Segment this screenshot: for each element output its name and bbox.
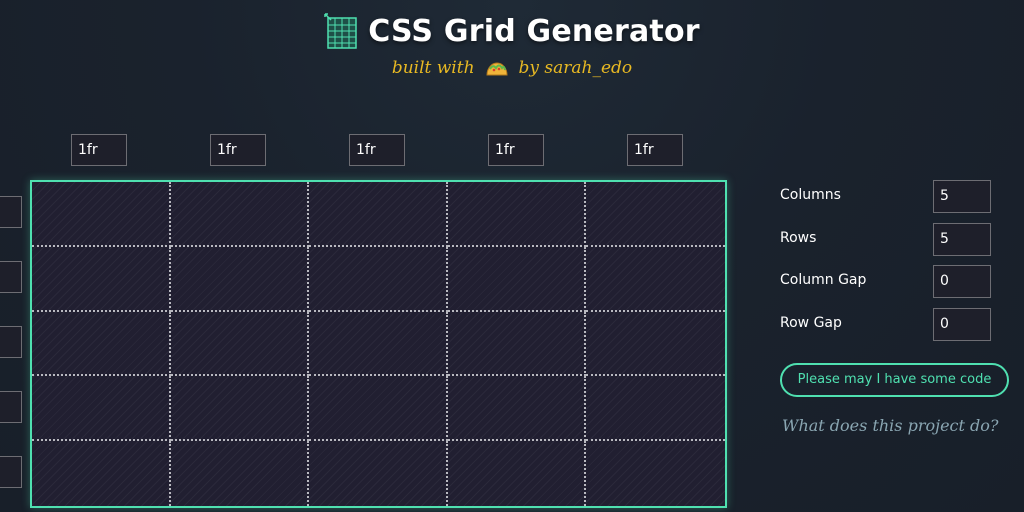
column-size-input-1[interactable]: 1fr <box>71 134 127 166</box>
grid-cell[interactable] <box>447 311 587 377</box>
grid-cell[interactable] <box>32 246 171 312</box>
grid-cell[interactable] <box>586 182 725 247</box>
grid-cell[interactable] <box>309 441 448 506</box>
grid-cell[interactable] <box>586 247 725 312</box>
grid-cell[interactable] <box>32 376 171 442</box>
grid-cell[interactable] <box>170 246 310 312</box>
grid-cell[interactable] <box>170 182 310 247</box>
grid-cell[interactable] <box>170 311 310 377</box>
get-code-button[interactable]: Please may I have some code <box>780 363 1009 397</box>
about-project-link[interactable]: What does this project do? <box>782 416 998 435</box>
grid-cell[interactable] <box>448 441 587 506</box>
credit-line: built with by sarah_edo <box>0 58 1024 78</box>
row-gap-label: Row Gap <box>780 314 842 331</box>
rows-label: Rows <box>780 229 817 246</box>
page-title: CSS Grid Generator <box>368 13 700 49</box>
grid-cell[interactable] <box>32 311 171 377</box>
grid-cell[interactable] <box>171 441 310 506</box>
grid-cell[interactable] <box>586 441 725 506</box>
credit-prefix: built with <box>391 58 475 78</box>
column-size-input-2[interactable]: 1fr <box>210 134 266 166</box>
rows-input[interactable]: 5 <box>933 222 991 256</box>
column-size-input-3[interactable]: 1fr <box>349 134 405 166</box>
grid-settings-panel: Columns 5 Rows 5 Column Gap 0 Row Gap 0 <box>780 180 1010 350</box>
grid-cell[interactable] <box>586 312 725 377</box>
grid-cell[interactable] <box>447 182 587 247</box>
row-size-input-1[interactable] <box>0 196 22 228</box>
page-header: CSS Grid Generator built with by sarah_e… <box>0 8 1024 78</box>
title-row: CSS Grid Generator <box>0 8 1024 54</box>
grid-cell[interactable] <box>309 376 448 442</box>
row-size-input-2[interactable] <box>0 261 22 293</box>
row-size-input-5[interactable] <box>0 456 22 488</box>
grid-cell[interactable] <box>170 376 310 442</box>
taco-icon <box>485 59 509 77</box>
grid-cell[interactable] <box>309 311 448 377</box>
columns-control: Columns 5 <box>780 180 1010 223</box>
columns-label: Columns <box>780 187 841 203</box>
row-size-input-3[interactable] <box>0 326 22 358</box>
grid-canvas[interactable] <box>30 180 727 508</box>
grid-cell[interactable] <box>309 182 448 247</box>
row-size-input-4[interactable] <box>0 391 22 423</box>
grid-cell[interactable] <box>447 376 587 442</box>
grid-cell[interactable] <box>309 246 448 312</box>
column-size-input-4[interactable]: 1fr <box>488 134 544 166</box>
grid-logo-icon <box>324 12 358 50</box>
column-gap-control: Column Gap 0 <box>780 265 1010 308</box>
grid-cell[interactable] <box>32 182 171 247</box>
column-gap-input[interactable]: 0 <box>933 265 991 298</box>
rows-control: Rows 5 <box>780 222 1010 266</box>
columns-input[interactable]: 5 <box>933 180 991 213</box>
grid-cell[interactable] <box>32 441 171 506</box>
grid-cell[interactable] <box>586 376 725 442</box>
grid-cell[interactable] <box>447 246 587 312</box>
column-size-input-5[interactable]: 1fr <box>627 134 683 166</box>
row-gap-input[interactable]: 0 <box>933 307 991 341</box>
credit-author: by sarah_edo <box>518 58 633 78</box>
column-gap-label: Column Gap <box>780 272 867 288</box>
row-gap-control: Row Gap 0 <box>780 307 1010 351</box>
